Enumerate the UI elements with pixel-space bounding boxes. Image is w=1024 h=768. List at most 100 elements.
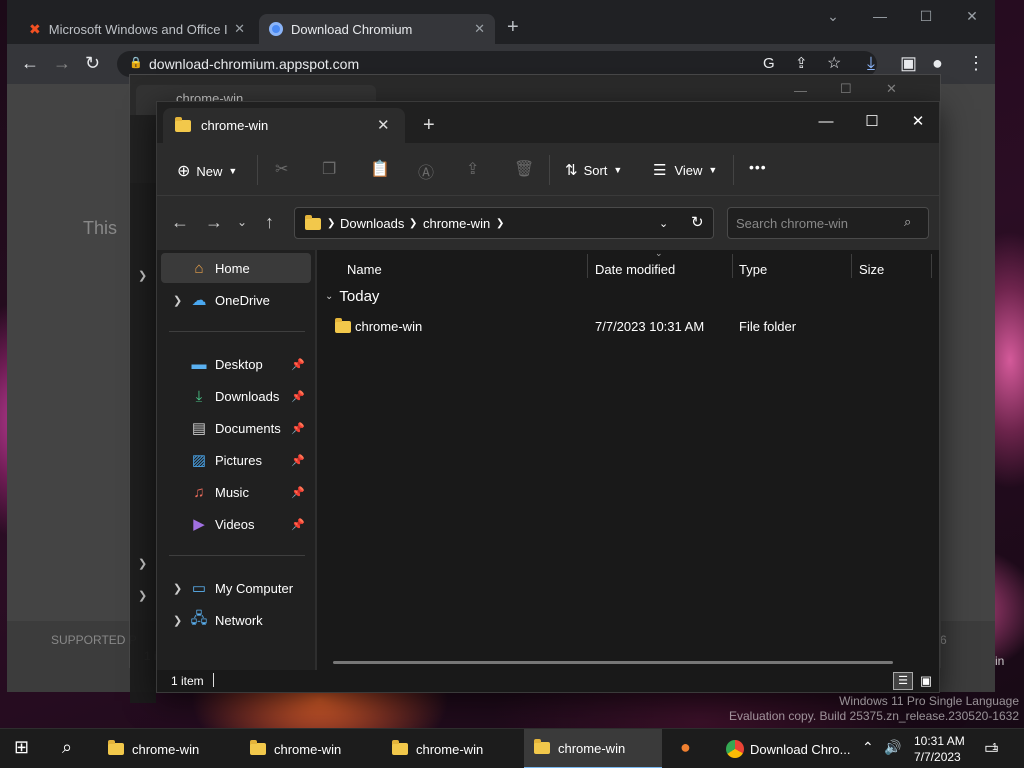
chevron-right-icon[interactable]: ❯ xyxy=(173,294,182,307)
taskbar-app-chrome[interactable]: Download Chro... xyxy=(716,729,856,768)
new-tab-button[interactable]: + xyxy=(507,16,519,39)
close-button[interactable]: ✕ xyxy=(895,108,941,138)
rename-icon[interactable]: Ⓐ xyxy=(418,159,434,183)
profile-icon[interactable]: ● xyxy=(932,53,943,74)
close-button[interactable]: ✕ xyxy=(949,8,995,30)
clock-time[interactable]: 10:31 AM xyxy=(914,734,965,748)
minimize-button[interactable]: — xyxy=(803,108,849,138)
chevron-down-icon[interactable]: ⌄ xyxy=(810,8,856,30)
copy-icon[interactable]: ❐ xyxy=(322,159,336,179)
explorer-tab[interactable]: chrome-win ✕ xyxy=(163,108,405,143)
clock-date[interactable]: 7/7/2023 xyxy=(914,750,961,764)
back-arrow-icon[interactable]: ← xyxy=(21,53,39,74)
close-icon[interactable]: ✕ xyxy=(234,21,245,37)
pin-icon[interactable]: 📌 xyxy=(291,486,305,499)
firefox-icon[interactable]: ● xyxy=(680,737,691,758)
chrome-tab-download-chromium[interactable]: Download Chromium ✕ xyxy=(259,14,495,44)
taskbar-app-explorer-active[interactable]: chrome-win xyxy=(524,729,662,768)
chevron-up-icon[interactable]: ⌃ xyxy=(862,739,874,756)
up-arrow-icon[interactable]: ↑ xyxy=(265,212,274,233)
cut-icon[interactable]: ✂ xyxy=(275,159,288,179)
volume-icon[interactable]: 🔊 xyxy=(884,739,901,756)
column-separator[interactable] xyxy=(587,254,588,278)
group-header-today[interactable]: ⌄ Today xyxy=(325,288,379,305)
pin-icon[interactable]: 📌 xyxy=(291,358,305,371)
paste-icon[interactable]: 📋 xyxy=(370,159,390,179)
download-icon[interactable]: ⤓ xyxy=(867,53,875,74)
nav-item-documents[interactable]: ▤ Documents 📌 xyxy=(161,413,311,443)
chevron-right-icon[interactable]: ❯ xyxy=(138,269,147,282)
sort-button[interactable]: ⇅ Sort ▼ xyxy=(565,161,622,179)
more-options-button[interactable]: ••• xyxy=(749,159,767,175)
column-header-size[interactable]: Size xyxy=(859,262,884,277)
taskbar-app-explorer[interactable]: chrome-win xyxy=(382,729,520,768)
nav-item-home[interactable]: ⌂ Home xyxy=(161,253,311,283)
nav-item-onedrive[interactable]: ❯ ☁ OneDrive xyxy=(161,285,311,315)
view-button[interactable]: ☰ View ▼ xyxy=(653,161,717,179)
item-count: 1 item xyxy=(171,674,204,688)
close-icon[interactable]: ✕ xyxy=(377,116,390,134)
chevron-right-icon[interactable]: ❯ xyxy=(173,582,182,595)
taskbar: ⊞ ⌕ chrome-win chrome-win chrome-win chr… xyxy=(0,728,1024,768)
recent-chevron-icon[interactable]: ⌄ xyxy=(237,215,247,229)
column-header-name[interactable]: Name xyxy=(347,262,382,277)
delete-icon[interactable]: 🗑 xyxy=(514,159,534,179)
column-separator[interactable] xyxy=(732,254,733,278)
maximize-button[interactable]: ☐ xyxy=(903,8,949,30)
chrome-tab-microsoft[interactable]: ✖ Microsoft Windows and Office IS ✕ xyxy=(19,14,255,44)
breadcrumb[interactable]: ❯ Downloads ❯ chrome-win ❯ ⌄ ↻ xyxy=(294,207,714,239)
tiles-view-icon[interactable]: ▣ xyxy=(917,672,935,690)
taskbar-app-explorer[interactable]: chrome-win xyxy=(240,729,378,768)
chevron-right-icon[interactable]: ❯ xyxy=(138,589,147,602)
maximize-button[interactable]: ☐ xyxy=(840,81,852,97)
breadcrumb-downloads[interactable]: Downloads xyxy=(340,216,404,231)
nav-item-videos[interactable]: ▶ Videos 📌 xyxy=(161,509,311,539)
column-separator[interactable] xyxy=(931,254,932,278)
nav-item-label: My Computer xyxy=(215,580,294,596)
refresh-icon[interactable]: ↻ xyxy=(691,213,704,231)
nav-item-network[interactable]: ❯ 🖧 Network xyxy=(161,605,311,635)
minimize-button[interactable]: — xyxy=(857,8,903,30)
windows-start-icon[interactable]: ⊞ xyxy=(14,737,29,758)
menu-icon[interactable]: ⋮ xyxy=(967,53,985,74)
share-icon[interactable]: ⇪ xyxy=(795,54,808,72)
star-icon[interactable]: ☆ xyxy=(827,53,841,73)
pin-icon[interactable]: 📌 xyxy=(291,422,305,435)
new-tab-button[interactable]: + xyxy=(423,114,435,137)
forward-arrow-icon[interactable]: → xyxy=(53,53,71,74)
column-header-date[interactable]: Date modified xyxy=(595,262,675,277)
close-icon[interactable]: ✕ xyxy=(474,21,485,37)
table-row[interactable]: chrome-win 7/7/2023 10:31 AM File folder xyxy=(325,312,925,340)
maximize-button[interactable]: ☐ xyxy=(849,108,895,138)
minimize-button[interactable]: — xyxy=(794,83,807,98)
column-separator[interactable] xyxy=(851,254,852,278)
new-button[interactable]: ⊕ New ▼ xyxy=(177,161,237,181)
close-button[interactable]: ✕ xyxy=(886,81,897,97)
side-panel-icon[interactable]: ▣ xyxy=(900,53,917,74)
pin-icon[interactable]: 📌 xyxy=(291,454,305,467)
search-icon[interactable]: ⌕ xyxy=(62,737,72,758)
cloud-icon: ☁ xyxy=(191,292,207,309)
nav-item-music[interactable]: ♫ Music 📌 xyxy=(161,477,311,507)
address-dropdown-icon[interactable]: ⌄ xyxy=(659,217,668,230)
pin-icon[interactable]: 📌 xyxy=(291,390,305,403)
pin-icon[interactable]: 📌 xyxy=(291,518,305,531)
horizontal-scrollbar[interactable] xyxy=(333,661,893,664)
search-icon[interactable]: ⌕ xyxy=(904,214,911,230)
chevron-right-icon[interactable]: ❯ xyxy=(173,614,182,627)
share-icon[interactable]: ⇪ xyxy=(466,159,479,179)
search-input[interactable] xyxy=(736,214,896,232)
reload-icon[interactable]: ↻ xyxy=(85,53,100,74)
column-header-type[interactable]: Type xyxy=(739,262,767,277)
taskbar-app-explorer[interactable]: chrome-win xyxy=(98,729,236,768)
nav-item-downloads[interactable]: ⤓ Downloads 📌 xyxy=(161,381,311,411)
details-view-icon[interactable]: ☰ xyxy=(893,672,913,690)
breadcrumb-chrome-win[interactable]: chrome-win xyxy=(423,216,490,231)
nav-item-my-computer[interactable]: ❯ ▭ My Computer xyxy=(161,573,311,603)
forward-arrow-icon[interactable]: → xyxy=(205,212,223,233)
nav-item-desktop[interactable]: ▬ Desktop 📌 xyxy=(161,349,311,379)
chevron-right-icon[interactable]: ❯ xyxy=(138,557,147,570)
back-arrow-icon[interactable]: ← xyxy=(171,212,189,233)
nav-item-pictures[interactable]: ▨ Pictures 📌 xyxy=(161,445,311,475)
google-icon[interactable]: G xyxy=(763,55,775,72)
